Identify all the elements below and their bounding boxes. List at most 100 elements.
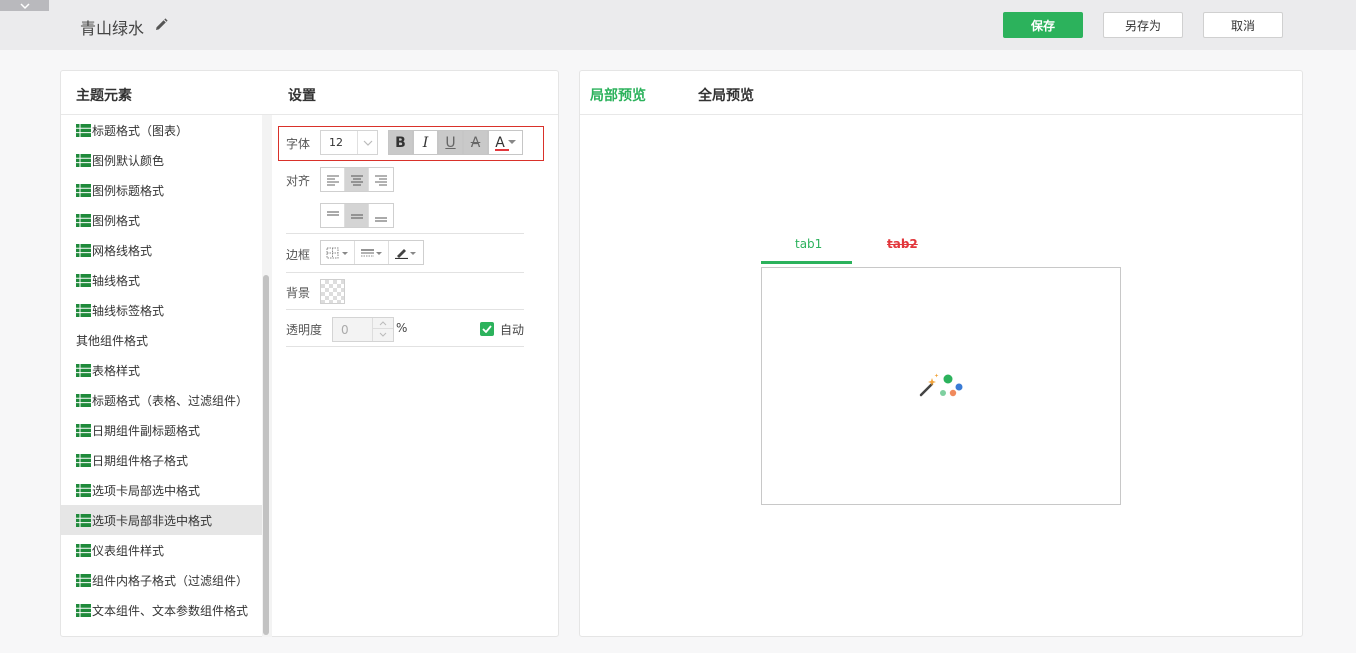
pencil-icon[interactable] <box>153 17 169 33</box>
border-label: 边框 <box>286 248 311 262</box>
align-center-button[interactable] <box>345 168 369 191</box>
theme-element-item[interactable]: 标题格式（表格、过滤组件） <box>61 385 263 415</box>
table-icon <box>76 543 91 557</box>
pen-color-icon <box>395 248 416 259</box>
theme-element-item[interactable]: 选项卡局部非选中格式 <box>61 505 263 535</box>
underline-button[interactable]: U <box>438 130 463 155</box>
strikethrough-button[interactable]: A <box>463 130 488 155</box>
theme-element-item[interactable]: 轴线标签格式 <box>61 295 263 325</box>
border-settings-group <box>320 240 424 265</box>
horizontal-align-group <box>320 167 394 192</box>
divider <box>286 309 524 310</box>
vertical-align-group <box>320 203 394 228</box>
theme-element-label: 标题格式（图表） <box>92 123 189 138</box>
chevron-down-icon <box>363 140 372 146</box>
table-icon <box>76 303 91 317</box>
theme-element-item[interactable]: 日期组件格子格式 <box>61 445 263 475</box>
table-icon <box>76 393 91 407</box>
border-position-button[interactable] <box>321 241 355 264</box>
chevron-down-icon <box>507 140 516 144</box>
align-top-icon <box>326 211 339 215</box>
theme-element-label: 组件内格子格式（过滤组件） <box>92 573 249 588</box>
border-color-button[interactable] <box>389 241 423 264</box>
theme-element-item[interactable]: 其他组件格式 <box>61 325 263 355</box>
align-left-button[interactable] <box>321 168 345 191</box>
font-color-button[interactable]: A <box>488 130 523 155</box>
theme-element-item[interactable]: 图例格式 <box>61 205 263 235</box>
preview-panel: 局部预览 全局预览 tab1 tab2 <box>579 70 1303 637</box>
save-as-button[interactable]: 另存为 <box>1103 12 1183 38</box>
theme-element-label: 图例格式 <box>92 213 141 228</box>
theme-element-label: 选项卡局部选中格式 <box>92 483 201 498</box>
align-left-icon <box>326 175 339 185</box>
theme-element-item[interactable]: 仪表组件样式 <box>61 535 263 565</box>
opacity-label: 透明度 <box>286 323 323 337</box>
opacity-spin-buttons[interactable] <box>372 318 393 341</box>
theme-element-item[interactable]: 选项卡局部选中格式 <box>61 475 263 505</box>
collapse-toggle[interactable] <box>0 0 49 11</box>
table-icon <box>76 153 91 167</box>
opacity-stepper[interactable]: 0 <box>332 317 394 342</box>
theme-element-item[interactable]: 日期组件副标题格式 <box>61 415 263 445</box>
theme-element-item[interactable]: 轴线格式 <box>61 265 263 295</box>
align-bottom-icon <box>375 217 387 221</box>
theme-element-item[interactable]: 表格样式 <box>61 355 263 385</box>
opacity-unit: % <box>396 321 408 335</box>
font-size-select[interactable]: 12 <box>320 130 378 155</box>
theme-element-label: 网格线格式 <box>92 243 153 258</box>
theme-title: 青山绿水 <box>80 19 145 38</box>
background-label: 背景 <box>286 286 311 300</box>
align-middle-button[interactable] <box>345 204 369 227</box>
opacity-value: 0 <box>341 323 349 337</box>
left-panel-header: 主题元素 设置 <box>61 71 558 115</box>
table-icon <box>76 213 91 227</box>
table-icon <box>76 183 91 197</box>
align-top-button[interactable] <box>321 204 345 227</box>
theme-element-label: 其他组件格式 <box>76 333 149 348</box>
save-button[interactable]: 保存 <box>1003 12 1083 38</box>
chevron-up-icon <box>379 320 387 325</box>
theme-settings-panel: 主题元素 设置 标题格式（图表） 图例默认颜色图例标题格式图例格式网格线格式轴线格… <box>60 70 559 637</box>
theme-element-label: 标题格式（表格、过滤组件） <box>92 393 249 408</box>
preview-tab-1[interactable]: tab1 <box>795 237 822 251</box>
tab-global-preview[interactable]: 全局预览 <box>698 85 754 105</box>
table-icon <box>76 363 91 377</box>
theme-element-label: 轴线格式 <box>92 273 141 288</box>
theme-element-label: 图例默认颜色 <box>92 153 165 168</box>
bold-button[interactable]: B <box>388 130 413 155</box>
theme-element-item[interactable]: 图例标题格式 <box>61 175 263 205</box>
element-list-scrollbar[interactable] <box>263 275 269 635</box>
theme-element-label: 文本组件、文本参数组件格式 <box>92 603 249 618</box>
align-right-button[interactable] <box>369 168 393 191</box>
theme-element-item[interactable]: 图例默认颜色 <box>61 145 263 175</box>
theme-element-label: 选项卡局部非选中格式 <box>92 513 213 528</box>
theme-element-item[interactable]: 标题格式（图表） <box>61 115 263 145</box>
align-center-icon <box>350 175 363 185</box>
magic-wand-loading-icon <box>919 373 963 397</box>
theme-element-label: 日期组件副标题格式 <box>92 423 201 438</box>
checkmark-icon <box>482 325 492 333</box>
auto-checkbox[interactable] <box>480 322 494 336</box>
table-icon <box>76 513 91 527</box>
theme-element-label: 日期组件格子格式 <box>92 453 189 468</box>
theme-element-item[interactable]: 文本组件、文本参数组件格式 <box>61 595 263 625</box>
divider <box>286 233 524 234</box>
align-bottom-button[interactable] <box>369 204 393 227</box>
selected-tab-indicator <box>761 261 852 264</box>
tab-local-preview[interactable]: 局部预览 <box>590 85 646 105</box>
background-color-picker[interactable] <box>320 279 345 304</box>
border-style-button[interactable] <box>355 241 389 264</box>
table-icon <box>76 243 91 257</box>
italic-button[interactable]: I <box>413 130 438 155</box>
theme-element-item[interactable]: 组件内格子格式（过滤组件） <box>61 565 263 595</box>
divider <box>286 346 524 347</box>
preview-canvas <box>761 267 1121 505</box>
theme-element-item[interactable]: 网格线格式 <box>61 235 263 265</box>
increment-button[interactable] <box>373 318 393 329</box>
table-icon <box>76 273 91 287</box>
decrement-button[interactable] <box>373 329 393 340</box>
preview-tab-2[interactable]: tab2 <box>887 237 918 251</box>
cancel-button[interactable]: 取消 <box>1203 12 1283 38</box>
settings-heading: 设置 <box>288 88 316 104</box>
divider <box>286 272 524 273</box>
